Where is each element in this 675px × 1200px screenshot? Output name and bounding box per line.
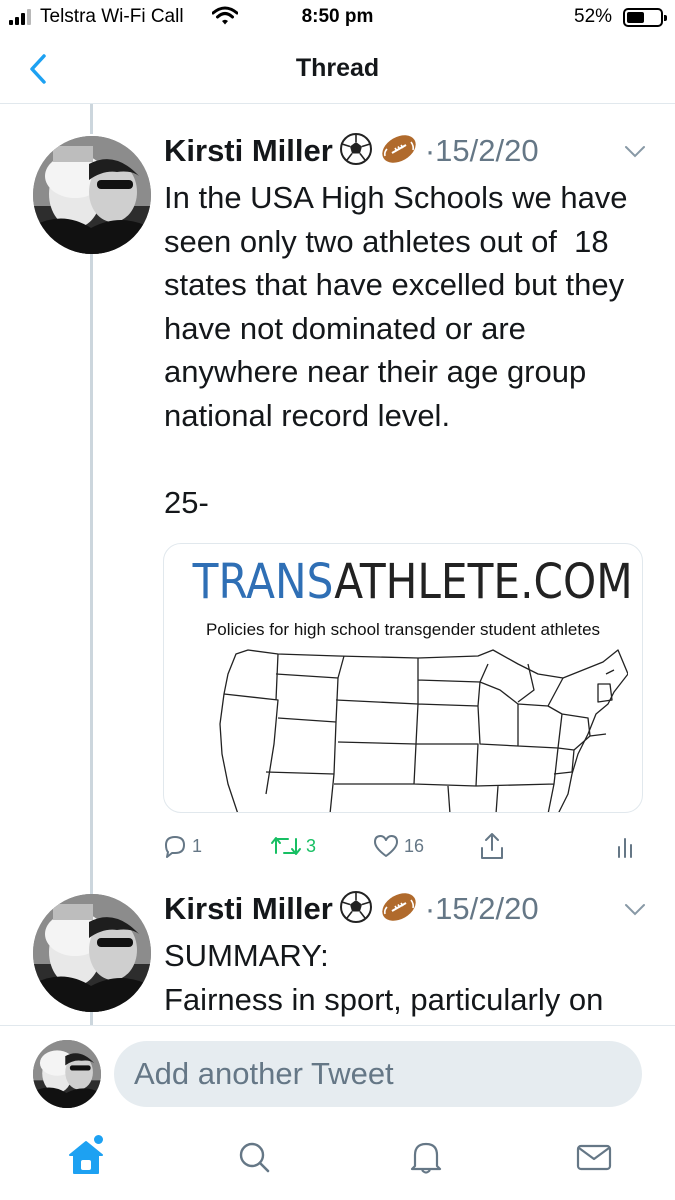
add-tweet-input[interactable]: Add another Tweet <box>114 1041 642 1107</box>
link-card[interactable]: TRANSATHLETE.COM Policies for high schoo… <box>163 543 643 813</box>
tab-notifications[interactable] <box>406 1137 446 1177</box>
retweet-button[interactable]: 3 <box>270 826 316 866</box>
card-subtitle: Policies for high school transgender stu… <box>205 620 601 639</box>
tweet-actions: 1 3 16 <box>162 826 652 866</box>
football-icon <box>379 132 419 171</box>
analytics-icon <box>618 838 632 858</box>
status-bar: Telstra Wi-Fi Call 8:50 pm 52% <box>0 0 675 36</box>
soccer-ball-icon <box>339 890 373 929</box>
retweet-count: 3 <box>306 835 317 856</box>
reply-button[interactable]: 1 <box>162 826 202 866</box>
tweet-text: SUMMARY: Fairness in sport, particularly… <box>164 938 604 1017</box>
author-name[interactable]: Kirsti Miller <box>164 891 333 927</box>
nav-bar: Thread <box>0 36 675 104</box>
page-title: Thread <box>295 54 380 82</box>
search-icon <box>239 1142 270 1173</box>
battery-icon <box>623 8 667 27</box>
avatar[interactable] <box>33 1040 101 1108</box>
tab-home[interactable] <box>66 1135 106 1177</box>
notification-dot <box>94 1135 103 1144</box>
tweet-date[interactable]: ·15/2/20 <box>425 133 539 169</box>
heart-icon <box>374 835 398 857</box>
messages-icon <box>576 1144 612 1171</box>
thread-line <box>90 104 93 134</box>
tab-bar <box>0 1125 675 1200</box>
tweet-date[interactable]: ·15/2/20 <box>425 891 539 927</box>
retweet-icon <box>271 837 301 855</box>
author-name[interactable]: Kirsti Miller <box>164 133 333 169</box>
tweet-header: Kirsti Miller ·15/2/20 <box>164 889 539 929</box>
battery-percent: 52% <box>574 6 613 27</box>
avatar[interactable] <box>33 136 151 254</box>
share-icon <box>481 833 503 859</box>
notifications-icon <box>410 1142 442 1174</box>
thread-line <box>90 1012 93 1026</box>
usa-map-image <box>219 649 628 812</box>
football-icon <box>379 890 419 929</box>
compose-placeholder: Add another Tweet <box>134 1056 394 1091</box>
chevron-down-icon[interactable] <box>624 903 646 917</box>
soccer-ball-icon <box>339 132 373 171</box>
thread-line <box>90 254 93 894</box>
reply-icon <box>165 836 185 858</box>
analytics-button[interactable] <box>614 826 638 866</box>
share-button[interactable] <box>478 826 506 866</box>
tab-search[interactable] <box>234 1137 274 1177</box>
reply-count: 1 <box>192 835 203 856</box>
chevron-down-icon[interactable] <box>624 145 646 159</box>
avatar[interactable] <box>33 894 151 1012</box>
tab-messages[interactable] <box>574 1137 614 1177</box>
like-count: 16 <box>404 835 425 856</box>
compose-bar: Add another Tweet <box>0 1025 675 1125</box>
card-brand: TRANSATHLETE.COM <box>192 554 633 610</box>
tweet-text: In the USA High Schools we have seen onl… <box>164 180 628 520</box>
tweet-header: Kirsti Miller ·15/2/20 <box>164 131 539 171</box>
like-button[interactable]: 16 <box>372 826 424 866</box>
